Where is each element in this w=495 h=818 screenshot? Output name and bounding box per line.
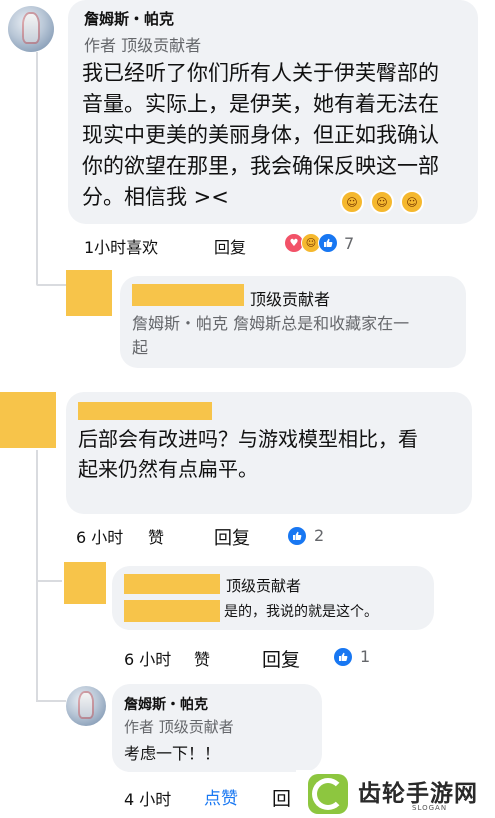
like-button[interactable]: 赞: [148, 524, 164, 548]
timestamp[interactable]: 4 小时: [124, 786, 171, 810]
reply-button[interactable]: 回复: [214, 234, 246, 258]
thread-connector-3: [36, 700, 66, 702]
comment-author[interactable]: 詹姆斯・帕克: [84, 8, 174, 29]
reply-badge: 顶级贡献者: [250, 290, 331, 309]
reaction-summary[interactable]: 1: [334, 647, 370, 666]
reply-button[interactable]: 回复: [214, 524, 250, 550]
redacted-avatar: [64, 562, 106, 604]
comment-text-line: 起来仍然有点扁平。: [78, 457, 258, 481]
redacted-text: [124, 600, 220, 622]
thread-line-2: [36, 450, 38, 700]
reply-text: 考虑一下！！: [124, 744, 221, 763]
reply-author[interactable]: 詹姆斯・帕克: [124, 694, 208, 714]
comment-text-line: 后部会有改进吗？与游戏模型相比，看: [78, 427, 418, 451]
comment-text-line: 音量。实际上，是伊芙，她有着无法在: [82, 92, 439, 116]
comment-text-line: 现实中更美的美丽身体，但正如我确认: [82, 123, 439, 147]
laughing-emoji-icon: ☺: [340, 190, 364, 214]
redacted-avatar: [0, 392, 56, 448]
redacted-name: [124, 574, 220, 594]
reaction-summary[interactable]: ♥ ☺ 7: [284, 233, 354, 253]
thread-connector: [36, 284, 66, 286]
redacted-avatar: [66, 270, 112, 316]
author-badges: 作者 顶级贡献者: [124, 718, 234, 736]
like-icon: [334, 647, 352, 666]
reply-text-line: 詹姆斯总是和收藏家在一: [233, 314, 410, 333]
reply-button[interactable]: 回复: [262, 645, 300, 672]
avatar[interactable]: [8, 6, 54, 52]
reply-button[interactable]: 回: [272, 784, 291, 811]
timestamp[interactable]: 6 小时: [76, 524, 123, 548]
like-button[interactable]: 点赞: [204, 784, 238, 809]
reply-text: 是的，我说的就是这个。: [224, 604, 378, 620]
reaction-count: 1: [360, 647, 371, 666]
reply-badge: 顶级贡献者: [226, 577, 302, 595]
redacted-name: [132, 284, 244, 306]
thread-connector-2: [36, 580, 62, 582]
laughing-emoji-icon: ☺: [400, 190, 424, 214]
timestamp-likes[interactable]: 1小时喜欢: [84, 234, 158, 258]
reply-text-line: 起: [132, 338, 149, 357]
like-icon: [288, 526, 306, 545]
watermark-icon: [308, 774, 348, 814]
reaction-count: 2: [314, 526, 325, 545]
comment-text-line: 你的欲望在那里，我会确保反映这一部: [82, 154, 439, 178]
reply-author-prefix: 詹姆斯・帕克: [132, 314, 234, 333]
avatar[interactable]: [66, 686, 106, 726]
timestamp[interactable]: 6 小时: [124, 646, 171, 670]
watermark-slogan: SLOGAN: [412, 804, 448, 812]
author-badges: 作者 顶级贡献者: [84, 36, 202, 55]
reply-text: 詹姆斯・帕克 詹姆斯总是和收藏家在一 起: [132, 312, 462, 360]
reaction-summary[interactable]: 2: [288, 526, 324, 545]
redacted-name: [78, 402, 212, 420]
bubble-reactions[interactable]: ☺ ☺ ☺: [340, 190, 424, 214]
watermark-text: 齿轮手游网: [358, 781, 478, 807]
thread-line: [36, 52, 38, 284]
like-button[interactable]: 赞: [194, 646, 210, 670]
comment-text-line: 我已经听了你们所有人关于伊芙臀部的: [82, 61, 439, 85]
reaction-count: 7: [344, 233, 355, 253]
comment-text: 后部会有改进吗？与游戏模型相比，看 起来仍然有点扁平。: [78, 424, 470, 484]
c-logo-icon: [312, 778, 344, 810]
laughing-emoji-icon: ☺: [370, 190, 394, 214]
like-icon: [318, 233, 338, 253]
